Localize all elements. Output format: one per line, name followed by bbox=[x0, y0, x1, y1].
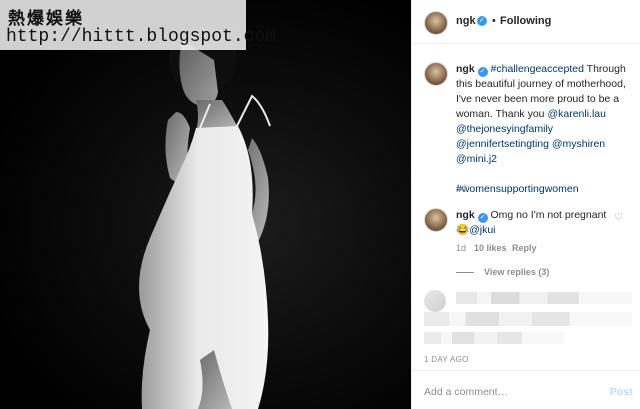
photo-figure bbox=[139, 26, 271, 409]
verified-icon: ✓ bbox=[477, 16, 487, 26]
reply-text: ngk ✓ Omg no I'm not pregnant 😂@jkui bbox=[456, 208, 616, 238]
post-photo[interactable] bbox=[0, 0, 411, 409]
replies-divider-line bbox=[456, 272, 474, 273]
hashtag-link[interactable]: #womensupportingwomen bbox=[456, 183, 579, 195]
mention-link[interactable]: @mini.j2 bbox=[456, 153, 497, 165]
divider bbox=[412, 370, 640, 371]
verified-icon: ✓ bbox=[477, 67, 488, 77]
reply-avatar[interactable] bbox=[424, 208, 448, 232]
mention-link[interactable]: @thejonesyingfamily bbox=[456, 123, 553, 135]
following-button[interactable]: Following bbox=[500, 15, 551, 27]
post-button[interactable]: Post bbox=[610, 386, 633, 398]
watermark: 熱爆娛樂 http://hittt.blogspot.com bbox=[0, 0, 276, 50]
hashtag-link[interactable]: #challengeaccepted bbox=[491, 63, 584, 75]
author-avatar[interactable] bbox=[424, 11, 448, 35]
verified-icon: ✓ bbox=[477, 213, 488, 223]
like-heart-icon[interactable]: ♡ bbox=[614, 212, 623, 223]
view-replies-button[interactable]: View replies (3) bbox=[484, 267, 549, 277]
mention-link[interactable]: @myshiren bbox=[552, 138, 605, 150]
pixelated-comment bbox=[424, 332, 564, 344]
comments-panel: ngk ✓ • Following ngk ✓ #challengeaccept… bbox=[411, 0, 640, 409]
add-comment-input[interactable]: Add a comment… bbox=[424, 386, 508, 398]
reply-likes[interactable]: 10 likes bbox=[474, 243, 507, 253]
author-username[interactable]: ngk bbox=[456, 15, 476, 27]
watermark-url: http://hittt.blogspot.com bbox=[6, 27, 277, 47]
reply-button[interactable]: Reply bbox=[512, 243, 537, 253]
separator-dot: • bbox=[492, 15, 496, 27]
caption-time[interactable]: 1d bbox=[456, 183, 466, 193]
watermark-title: 熱爆娛樂 bbox=[8, 9, 84, 29]
laughing-emoji-icon: 😂 bbox=[456, 224, 470, 236]
reply-username[interactable]: ngk bbox=[456, 209, 475, 221]
mention-link[interactable]: @karenli.lau bbox=[547, 108, 606, 120]
caption-avatar[interactable] bbox=[424, 62, 448, 86]
post-timestamp: 1 DAY AGO bbox=[424, 355, 469, 364]
caption-text: ngk ✓ #challengeaccepted Through this be… bbox=[456, 62, 634, 197]
caption-username[interactable]: ngk bbox=[456, 63, 475, 75]
reply-time[interactable]: 1d bbox=[456, 243, 466, 253]
post-header: ngk ✓ • Following bbox=[412, 0, 640, 44]
pixelated-comment bbox=[456, 292, 632, 304]
pixelated-comment bbox=[424, 312, 632, 326]
mention-link[interactable]: @jennifertsetingting bbox=[456, 138, 549, 150]
reply-body: Omg no I'm not pregnant bbox=[490, 209, 607, 221]
mention-link[interactable]: @jkui bbox=[469, 224, 495, 236]
pixelated-avatar bbox=[424, 290, 446, 312]
